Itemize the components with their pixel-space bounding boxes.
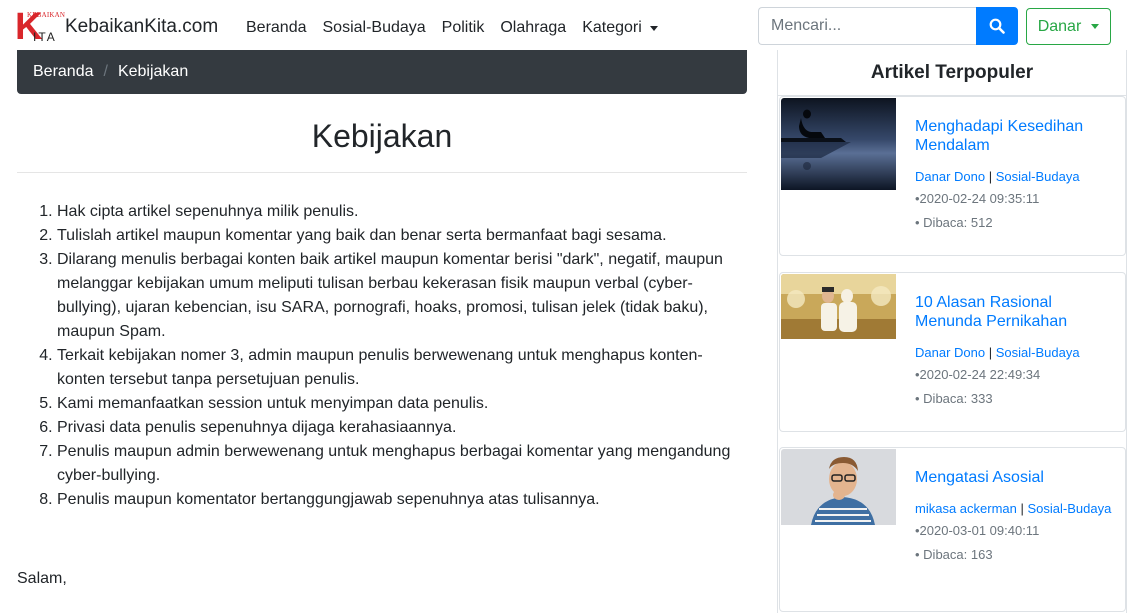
policy-item: Hak cipta artikel sepenuhnya milik penul… (57, 200, 747, 224)
policy-item: Terkait kebijakan nomer 3, admin maupun … (57, 344, 747, 392)
category-link[interactable]: Sosial-Budaya (996, 169, 1080, 184)
image-sad-silhouette (781, 98, 896, 190)
nav-sosial-budaya[interactable]: Sosial-Budaya (315, 17, 434, 39)
policy-item: Penulis maupun komentator bertanggungjaw… (57, 488, 747, 512)
main-nav: Beranda Sosial-Budaya Politik Olahraga K… (238, 17, 666, 39)
search-icon (989, 18, 1005, 34)
breadcrumb: Beranda / Kebijakan (17, 50, 747, 94)
category-link[interactable]: Sosial-Budaya (1028, 501, 1112, 516)
article-read-count: • Dibaca: 512 (915, 215, 993, 230)
navbar: K KEBAIKAN ITA KebaikanKita.com Beranda … (0, 0, 1147, 55)
nav-olahraga[interactable]: Olahraga (492, 17, 574, 39)
article-date: •2020-02-24 22:49:34 (915, 367, 1041, 382)
image-thinking-man (781, 449, 896, 525)
title-divider (17, 172, 747, 173)
search-button[interactable] (976, 7, 1018, 45)
sidebar: Artikel Terpopuler Menghadapi Kesedihan … (777, 50, 1127, 613)
author-link[interactable]: Danar Dono (915, 345, 985, 360)
logo-ita: ITA (33, 30, 57, 44)
policy-item: Privasi data penulis sepenuhnya dijaga k… (57, 416, 747, 440)
image-wedding-couple (781, 274, 896, 339)
article-meta: Danar Dono | Sosial-Budaya (915, 343, 1115, 362)
breadcrumb-current: Kebijakan (117, 63, 189, 80)
author-link[interactable]: mikasa ackerman (915, 501, 1017, 516)
article-meta: mikasa ackerman | Sosial-Budaya (915, 499, 1115, 518)
author-link[interactable]: Danar Dono (915, 169, 985, 184)
meta-separator: | (1020, 501, 1024, 516)
page-title: Kebijakan (311, 118, 453, 154)
article-title-link[interactable]: Mengatasi Asosial (915, 468, 1115, 487)
nav-beranda[interactable]: Beranda (238, 17, 315, 39)
policy-list: Hak cipta artikel sepenuhnya milik penul… (57, 200, 747, 512)
brand-name: KebaikanKita.com (65, 16, 219, 37)
user-name: Danar (1037, 17, 1082, 35)
article-card-body: 10 Alasan Rasional Menunda Pernikahan Da… (915, 293, 1115, 408)
policy-item: Dilarang menulis berbagai konten baik ar… (57, 248, 747, 344)
article-meta: Danar Dono | Sosial-Budaya (915, 167, 1115, 186)
brand-logo: K KEBAIKAN ITA (15, 8, 65, 46)
article-thumbnail[interactable] (781, 98, 896, 190)
nav-politik[interactable]: Politik (434, 17, 493, 39)
chevron-down-icon (649, 25, 658, 31)
article-read-count: • Dibaca: 163 (915, 547, 993, 562)
article-read-count: • Dibaca: 333 (915, 391, 993, 406)
policy-item: Kami memanfaatkan session untuk menyimpa… (57, 392, 747, 416)
chevron-down-icon (1091, 24, 1100, 29)
article-thumbnail[interactable] (781, 449, 896, 525)
brand-link[interactable]: K KEBAIKAN ITA KebaikanKita.com (15, 8, 218, 46)
sidebar-title: Artikel Terpopuler (870, 62, 1034, 83)
breadcrumb-separator: / (103, 63, 108, 80)
article-title-link[interactable]: 10 Alasan Rasional Menunda Pernikahan (915, 293, 1115, 331)
article-card-body: Mengatasi Asosial mikasa ackerman | Sosi… (915, 468, 1115, 564)
nav-kategori-dropdown[interactable]: Kategori (574, 17, 666, 39)
article-thumbnail[interactable] (781, 274, 896, 339)
closing-text: Salam, (17, 570, 67, 587)
search-form (758, 7, 1018, 45)
article-card: Menghadapi Kesedihan Mendalam Danar Dono… (779, 96, 1126, 256)
article-card-body: Menghadapi Kesedihan Mendalam Danar Dono… (915, 117, 1115, 232)
nav-kategori-label: Kategori (582, 19, 642, 36)
policy-item: Tulislah artikel maupun komentar yang ba… (57, 224, 747, 248)
article-date: •2020-03-01 09:40:11 (915, 523, 1040, 538)
logo-kebaikan: KEBAIKAN (27, 11, 66, 19)
article-date: •2020-02-24 09:35:11 (915, 191, 1040, 206)
article-title-link[interactable]: Menghadapi Kesedihan Mendalam (915, 117, 1115, 155)
user-menu-button[interactable]: Danar (1026, 8, 1111, 45)
meta-separator: | (988, 169, 993, 184)
category-link[interactable]: Sosial-Budaya (996, 345, 1080, 360)
article-card: Mengatasi Asosial mikasa ackerman | Sosi… (779, 447, 1126, 612)
breadcrumb-beranda[interactable]: Beranda (33, 63, 94, 81)
search-input[interactable] (758, 7, 976, 45)
meta-separator: | (988, 345, 993, 360)
article-card: 10 Alasan Rasional Menunda Pernikahan Da… (779, 272, 1126, 432)
policy-item: Penulis maupun admin berwewenang untuk m… (57, 440, 747, 488)
